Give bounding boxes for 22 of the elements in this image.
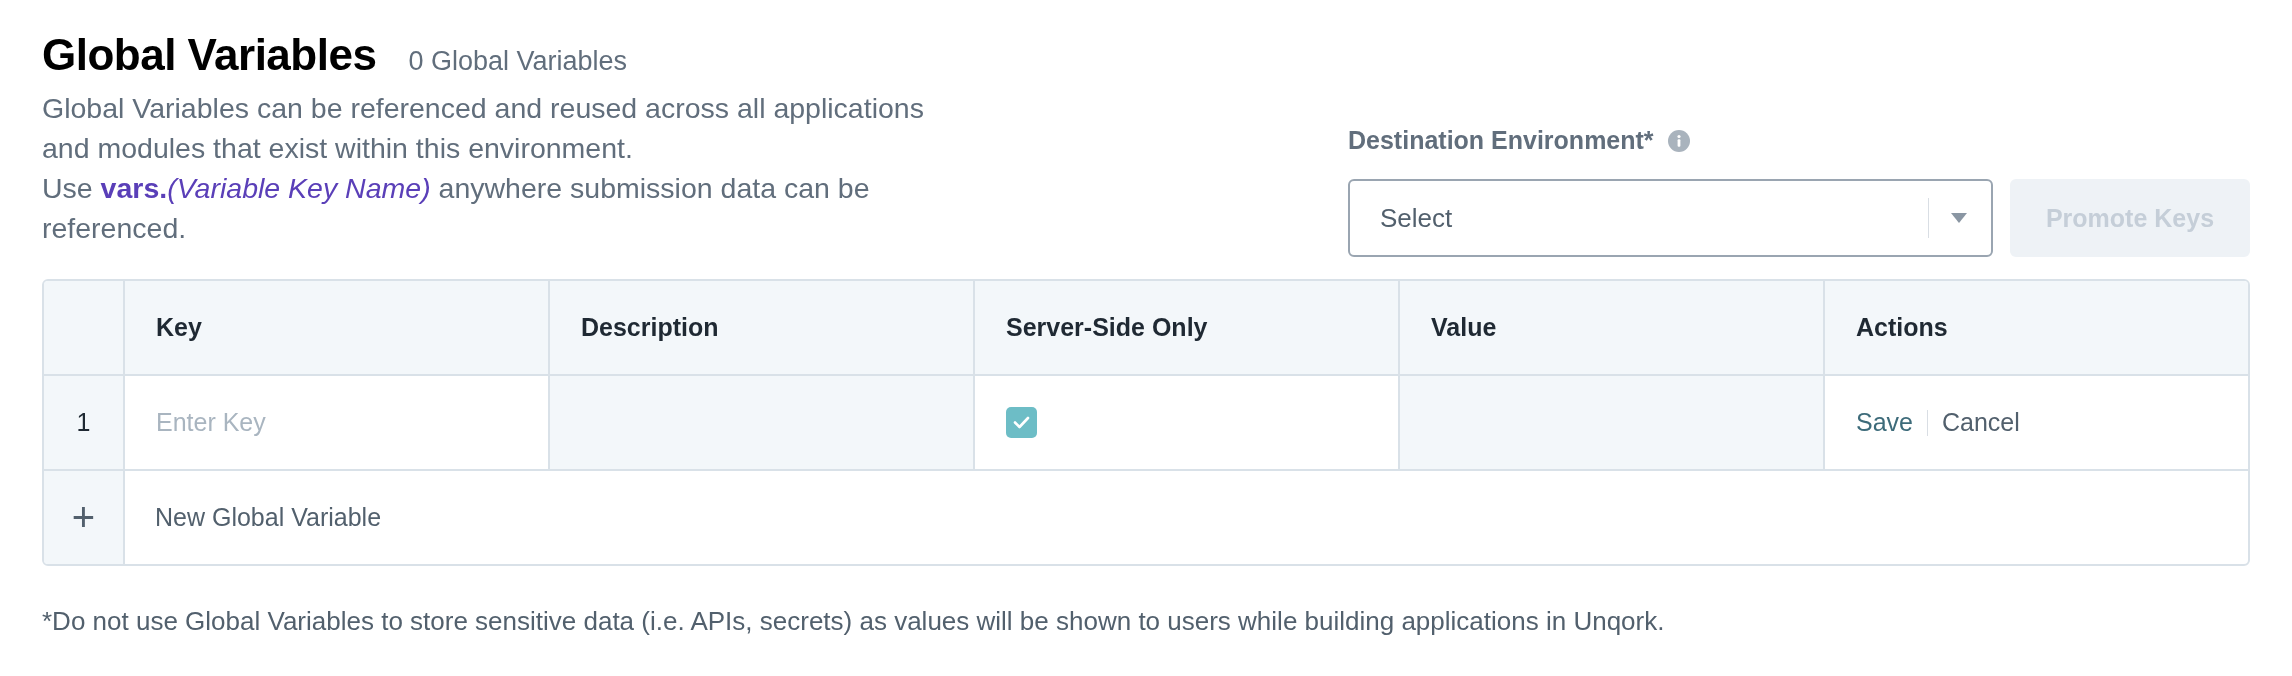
description-text: Global Variables can be referenced and reused across all applications and modules that exist within this environment. — [42, 91, 925, 166]
variable-count: 0 Global Variables — [408, 46, 627, 77]
save-link[interactable]: Save — [1856, 408, 1913, 437]
server-side-checkbox[interactable] — [1006, 407, 1037, 438]
column-header: Description — [548, 281, 973, 374]
column-header: Server-Side Only — [973, 281, 1398, 374]
column-header: Key — [123, 281, 548, 374]
field-label: Destination Environment* — [1348, 126, 1654, 155]
caret-icon — [1951, 213, 1967, 223]
add-icon[interactable]: + — [44, 471, 123, 564]
cancel-link[interactable]: Cancel — [1942, 408, 2020, 437]
row-number: 1 — [44, 376, 123, 469]
check-icon — [1013, 416, 1030, 429]
info-icon[interactable] — [1667, 129, 1690, 152]
environment-select[interactable]: Select — [1348, 179, 1993, 257]
key-input[interactable]: Enter Key — [156, 408, 548, 437]
column-header: Value — [1398, 281, 1823, 374]
add-variable-button[interactable]: New Global Variable — [123, 471, 2248, 564]
footnote-text: *Do not use Global Variables to store sensitive data (i.e. APIs, secrets) as values will be shown to users while building applications in Unqork. — [42, 606, 1666, 637]
description-text: Use vars.(Variable Key Name) anywhere submission data can be referenced. — [42, 171, 871, 246]
column-header: Actions — [1823, 281, 2248, 374]
page-title: Global Variables — [42, 30, 377, 80]
